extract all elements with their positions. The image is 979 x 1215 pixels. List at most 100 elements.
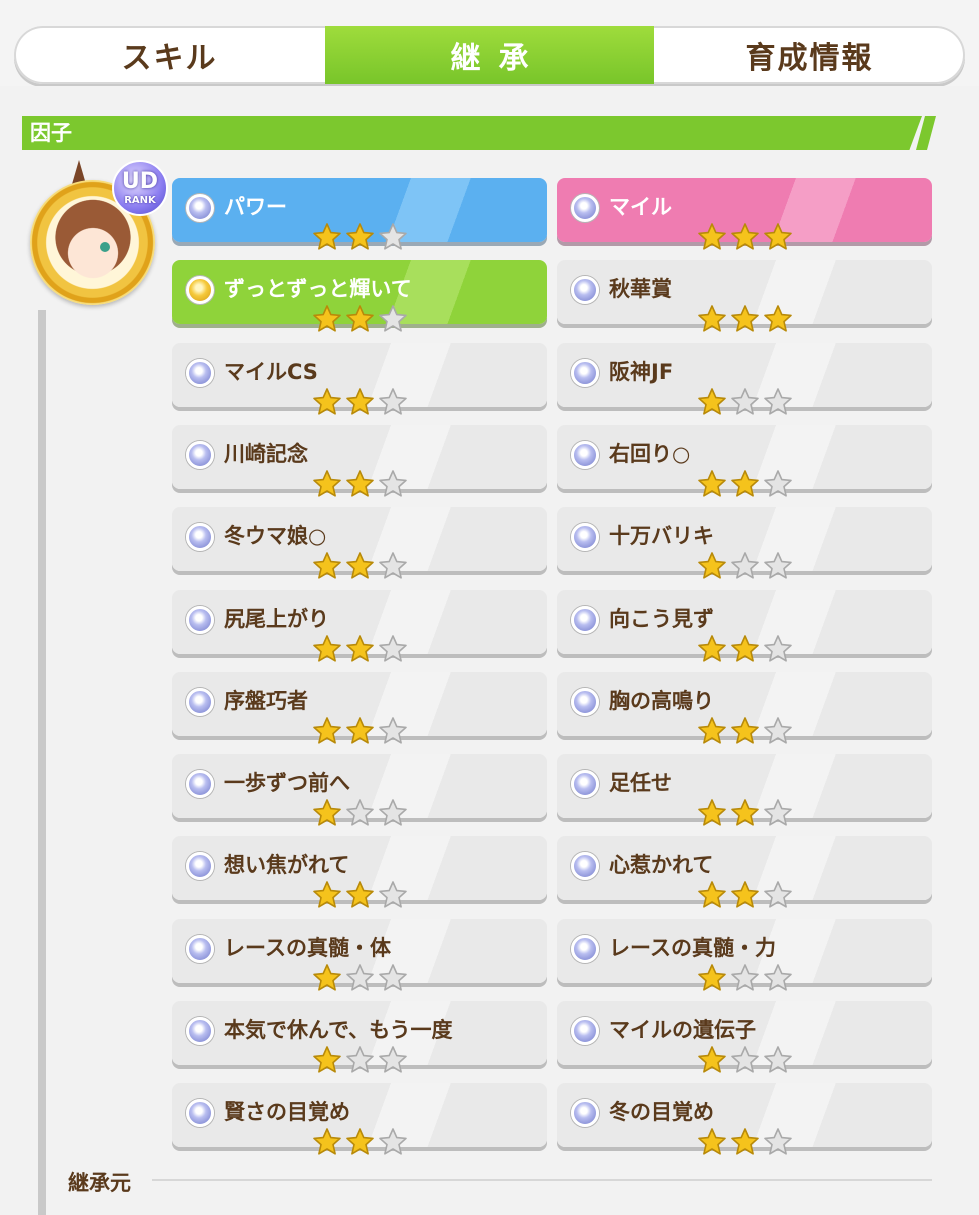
star-filled-icon xyxy=(731,305,759,332)
factor-card[interactable]: 尻尾上がり xyxy=(172,590,547,662)
factor-card[interactable]: 一歩ずつ前へ xyxy=(172,754,547,826)
star-rating xyxy=(312,963,408,993)
star-filled-icon xyxy=(698,635,726,662)
star-rating xyxy=(312,469,408,499)
star-filled-icon xyxy=(731,635,759,662)
star-rating xyxy=(312,798,408,828)
factor-card[interactable]: 向こう見ず xyxy=(557,590,932,662)
star-empty-icon xyxy=(764,799,792,826)
factor-name: 右回り○ xyxy=(609,442,691,466)
factor-name: 胸の高鳴り xyxy=(609,689,714,713)
star-rating xyxy=(312,880,408,910)
factor-name: 十万バリキ xyxy=(609,524,714,548)
factor-card[interactable]: 秋華賞 xyxy=(557,260,932,332)
star-filled-icon xyxy=(731,799,759,826)
star-filled-icon xyxy=(346,470,374,497)
star-rating xyxy=(312,222,408,252)
star-filled-icon xyxy=(313,881,341,908)
star-filled-icon xyxy=(313,470,341,497)
factor-name: 秋華賞 xyxy=(609,277,672,301)
factor-card[interactable]: 本気で休んで、もう一度 xyxy=(172,1001,547,1073)
star-filled-icon xyxy=(731,470,759,497)
star-rating xyxy=(697,880,793,910)
factor-card[interactable]: 冬ウマ娘○ xyxy=(172,507,547,579)
tab-inherit[interactable]: 継承 xyxy=(325,26,654,84)
factor-name: 心惹かれて xyxy=(609,853,714,877)
factor-card[interactable]: 川崎記念 xyxy=(172,425,547,497)
silver-gem-icon xyxy=(186,441,214,469)
factor-card[interactable]: 想い焦がれて xyxy=(172,836,547,908)
silver-gem-icon xyxy=(186,606,214,634)
star-rating xyxy=(697,634,793,664)
factor-card[interactable]: 冬の目覚め xyxy=(557,1083,932,1155)
factor-card[interactable]: 序盤巧者 xyxy=(172,672,547,744)
factor-card[interactable]: 十万バリキ xyxy=(557,507,932,579)
star-filled-icon xyxy=(313,388,341,415)
silver-gem-icon xyxy=(186,1017,214,1045)
star-filled-icon xyxy=(698,1046,726,1073)
silver-gem-icon xyxy=(571,606,599,634)
star-filled-icon xyxy=(346,717,374,744)
star-rating xyxy=(312,1045,408,1075)
star-filled-icon xyxy=(313,717,341,744)
star-filled-icon xyxy=(698,1128,726,1155)
factor-name: 冬ウマ娘○ xyxy=(224,524,327,548)
star-empty-icon xyxy=(731,964,759,991)
star-empty-icon xyxy=(764,635,792,662)
factor-name: パワー xyxy=(224,195,287,219)
tab-skill[interactable]: スキル xyxy=(14,26,325,84)
star-rating xyxy=(312,304,408,334)
factor-card[interactable]: マイル xyxy=(557,178,932,250)
star-filled-icon xyxy=(764,223,792,250)
star-filled-icon xyxy=(313,552,341,579)
gold-gem-icon xyxy=(186,276,214,304)
star-filled-icon xyxy=(698,881,726,908)
factor-card[interactable]: 胸の高鳴り xyxy=(557,672,932,744)
silver-gem-icon xyxy=(186,523,214,551)
silver-gem-icon xyxy=(571,441,599,469)
factor-card[interactable]: 心惹かれて xyxy=(557,836,932,908)
star-rating xyxy=(697,304,793,334)
factor-card[interactable]: マイルの遺伝子 xyxy=(557,1001,932,1073)
divider xyxy=(152,1179,932,1181)
factor-card[interactable]: レースの真髄・力 xyxy=(557,919,932,991)
star-filled-icon xyxy=(346,388,374,415)
factor-name: ずっとずっと輝いて xyxy=(224,277,412,301)
tab-training-info[interactable]: 育成情報 xyxy=(654,26,965,84)
star-rating xyxy=(697,716,793,746)
star-filled-icon xyxy=(313,799,341,826)
factor-card[interactable]: ずっとずっと輝いて xyxy=(172,260,547,332)
star-empty-icon xyxy=(379,717,407,744)
silver-gem-icon xyxy=(571,276,599,304)
factor-card[interactable]: 足任せ xyxy=(557,754,932,826)
factor-card[interactable]: レースの真髄・体 xyxy=(172,919,547,991)
star-empty-icon xyxy=(379,799,407,826)
silver-gem-icon xyxy=(186,852,214,880)
factor-card[interactable]: マイルCS xyxy=(172,343,547,415)
factor-name: マイルの遺伝子 xyxy=(609,1018,756,1042)
star-rating xyxy=(697,963,793,993)
silver-gem-icon xyxy=(186,1099,214,1127)
factor-card[interactable]: 右回り○ xyxy=(557,425,932,497)
factor-name: 本気で休んで、もう一度 xyxy=(224,1018,453,1042)
factor-name: 賢さの目覚め xyxy=(224,1100,350,1124)
factor-card[interactable]: パワー xyxy=(172,178,547,250)
star-empty-icon xyxy=(764,1046,792,1073)
factor-name: マイルCS xyxy=(224,360,318,384)
star-rating xyxy=(697,222,793,252)
star-rating xyxy=(312,551,408,581)
silver-gem-icon xyxy=(571,1099,599,1127)
silver-gem-icon xyxy=(571,194,599,222)
factor-name: 一歩ずつ前へ xyxy=(224,771,350,795)
star-empty-icon xyxy=(731,552,759,579)
star-filled-icon xyxy=(698,799,726,826)
star-filled-icon xyxy=(313,1128,341,1155)
star-empty-icon xyxy=(379,305,407,332)
factor-card[interactable]: 賢さの目覚め xyxy=(172,1083,547,1155)
star-filled-icon xyxy=(731,881,759,908)
silver-gem-icon xyxy=(186,688,214,716)
star-filled-icon xyxy=(731,1128,759,1155)
factor-card[interactable]: 阪神JF xyxy=(557,343,932,415)
star-empty-icon xyxy=(731,1046,759,1073)
inheritance-tree-line xyxy=(38,310,46,1215)
